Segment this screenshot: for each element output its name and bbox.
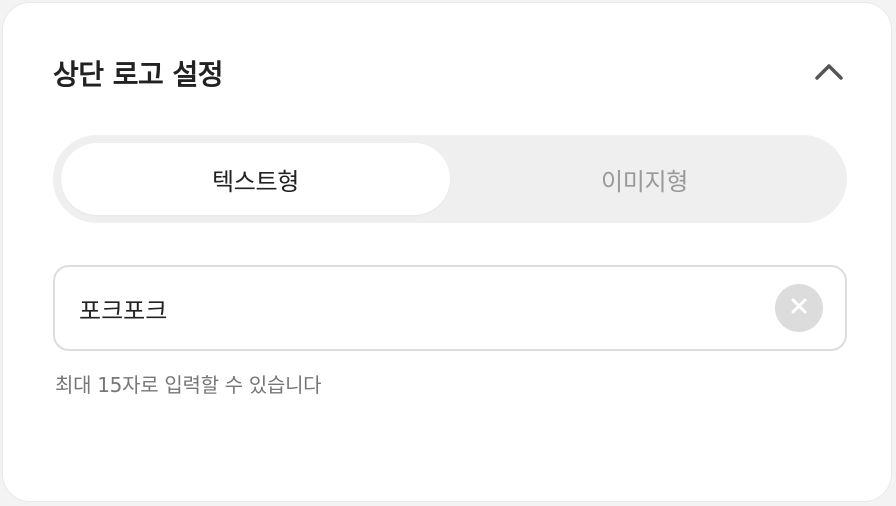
logo-text-field: [53, 265, 847, 351]
section-header: 상단 로고 설정: [53, 53, 843, 93]
helper-text: 최대 15자로 입력할 수 있습니다: [55, 373, 322, 397]
logo-settings-card: 상단 로고 설정 텍스트형 이미지형 최대 15자로 입력할 수 있습니다: [2, 2, 892, 502]
chevron-up-icon: [814, 62, 844, 84]
clear-input-button[interactable]: [775, 284, 823, 332]
section-title: 상단 로고 설정: [53, 58, 224, 91]
close-icon: [790, 297, 808, 319]
logo-type-image-option[interactable]: 이미지형: [450, 143, 839, 215]
logo-text-input[interactable]: [79, 294, 775, 322]
logo-type-text-option[interactable]: 텍스트형: [61, 143, 450, 215]
logo-type-toggle: 텍스트형 이미지형: [53, 135, 847, 223]
collapse-button[interactable]: [809, 53, 849, 93]
